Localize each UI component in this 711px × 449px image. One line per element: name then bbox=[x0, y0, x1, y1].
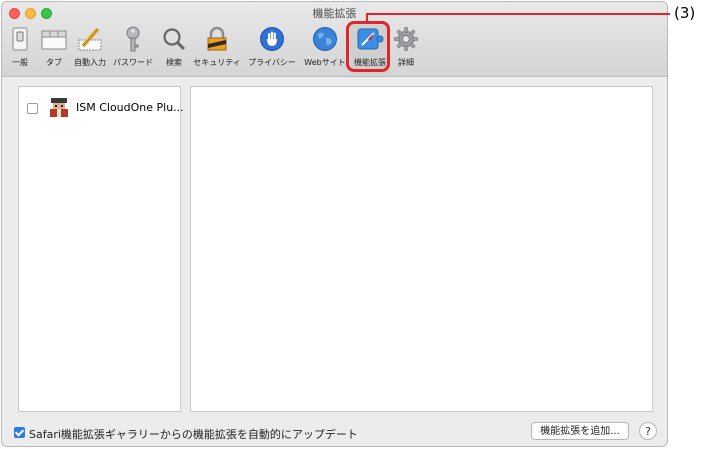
tab-security[interactable]: セキュリティ bbox=[193, 22, 241, 72]
list-item[interactable]: ISM CloudOne Plu... bbox=[19, 93, 184, 117]
extension-enable-checkbox[interactable] bbox=[27, 103, 38, 114]
ism-cloudone-icon bbox=[50, 98, 68, 117]
callout-label: (3) bbox=[674, 4, 696, 22]
callout-highlight-box bbox=[346, 21, 390, 72]
tabs-icon bbox=[41, 30, 67, 50]
extension-name: ISM CloudOne Plu... bbox=[76, 101, 184, 114]
search-icon bbox=[163, 28, 186, 51]
tab-privacy[interactable]: プライバシー bbox=[248, 22, 296, 72]
key-icon bbox=[126, 26, 140, 52]
general-switch-icon bbox=[12, 27, 28, 51]
help-button[interactable]: ? bbox=[639, 422, 657, 440]
auto-update-label[interactable]: Safari機能拡張ギャラリーからの機能拡張を自動的にアップデート bbox=[29, 426, 358, 442]
autofill-pencil-icon bbox=[78, 27, 102, 51]
globe-icon bbox=[313, 27, 337, 51]
hand-icon bbox=[260, 27, 284, 51]
extension-detail-pane bbox=[190, 86, 653, 412]
auto-update-checkbox[interactable] bbox=[14, 427, 25, 438]
gear-icon bbox=[394, 27, 418, 51]
tab-advanced[interactable]: 詳細 bbox=[384, 22, 428, 72]
extensions-list: ISM CloudOne Plu... bbox=[18, 86, 184, 412]
callout-connector-line bbox=[366, 13, 670, 15]
lock-icon bbox=[207, 26, 227, 51]
preferences-window: 機能拡張 一般 タブ 自動入力 パスワード 検索 セキュリティ プライバシー W… bbox=[1, 1, 668, 447]
add-extension-button[interactable]: 機能拡張を追加... bbox=[531, 422, 629, 440]
